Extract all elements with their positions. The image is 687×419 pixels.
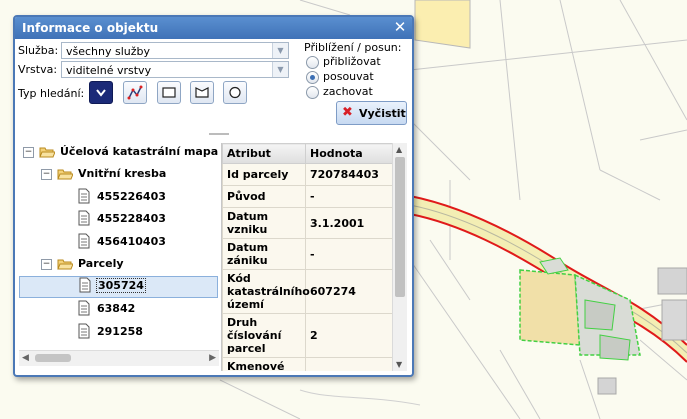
table-row: Datum vzniku 3.1.2001 [222,207,393,239]
clear-x-icon: ✖ [342,105,353,120]
layer-label: Vrstva: [18,63,58,76]
dialog-title: Informace o objektu [22,21,159,35]
polyline-icon [127,85,143,100]
table-row: Druh číslování parcel 2 [222,313,393,358]
rectangle-icon [162,87,176,98]
chevron-down-icon[interactable]: ▼ [272,62,288,77]
scroll-down-icon[interactable]: ▼ [396,360,402,369]
attr-name: Kmenové číslo parcely [222,357,306,371]
tree-item[interactable]: 291258 [19,323,219,343]
folder-open-icon [57,259,73,270]
search-type-label: Typ hledání: [18,87,85,100]
close-button[interactable]: ✕ [392,18,408,36]
column-header-attribute[interactable]: Atribut [222,143,306,164]
table-row: Kód katastrálního území 607274 [222,269,393,314]
tree-group-label: Vnitřní kresba [78,167,167,180]
document-icon [78,300,90,316]
scroll-up-icon[interactable]: ▲ [396,145,402,154]
search-rectangle-tool[interactable] [157,81,181,104]
radio-label: posouvat [323,70,374,83]
table-vertical-scrollbar[interactable]: ▲ ▼ [392,143,407,371]
radio-label: zachovat [323,85,373,98]
document-icon [79,277,91,293]
object-info-dialog: Informace o objektu ✕ Služba: všechny sl… [13,15,414,377]
attr-value: 607274 [305,269,393,314]
dialog-titlebar[interactable]: Informace o objektu ✕ [15,17,412,39]
search-polygon-tool[interactable] [190,81,214,104]
attribute-table-panel: Atribut Hodnota Id parcely 720784403 Půvo… [221,143,407,371]
tree-item-selected[interactable]: 305724 [19,276,218,298]
document-icon [78,210,90,226]
tree-group-parcely[interactable]: − Parcely [19,255,219,275]
tree-item-label: 305724 [96,278,146,293]
scrollbar-thumb[interactable] [395,157,405,297]
tree-item[interactable]: 455226403 [19,188,219,208]
layer-value: viditelné vrstvy [66,64,152,77]
scroll-left-icon[interactable]: ◀ [22,353,29,363]
tree-item-label: 63842 [97,302,136,315]
table-row: Původ - [222,185,393,208]
collapse-icon[interactable]: − [41,169,52,180]
column-header-value[interactable]: Hodnota [305,143,393,164]
clear-button[interactable]: ✖ Vyčistit [336,101,407,125]
attr-name: Datum vzniku [222,207,306,239]
tree-root[interactable]: − Účelová katastrální mapa a dat [19,143,219,163]
pointer-icon [96,89,106,97]
tree-group-label: Parcely [78,257,124,270]
document-icon [78,323,90,339]
document-icon [78,233,90,249]
table-row: Id parcely 720784403 [222,163,393,186]
tree-item[interactable]: 455228403 [19,210,219,230]
radio-button[interactable] [306,86,319,99]
tree-item[interactable]: 63842 [19,300,219,320]
attr-name: Kód katastrálního území [222,269,310,314]
attr-value: - [305,185,393,208]
splitter-handle[interactable] [209,133,229,135]
radio-button[interactable] [306,56,319,69]
attr-name: Původ [222,185,306,208]
table-row: Kmenové číslo parcely1341 [222,357,393,371]
attr-value: - [305,238,393,270]
scrollbar-thumb[interactable] [35,354,71,362]
radio-button[interactable] [306,71,319,84]
polygon-icon [195,87,209,98]
attr-value: 1341 [305,357,393,371]
document-icon [78,188,90,204]
collapse-icon[interactable]: − [41,259,52,270]
tree-item-label: 455226403 [97,190,166,203]
tree-group-vnitrni-kresba[interactable]: − Vnitřní kresba [19,165,219,185]
attr-value: 2 [305,313,393,358]
attr-name: Id parcely [222,163,306,186]
layer-select[interactable]: viditelné vrstvy ▼ [61,61,289,78]
circle-icon [229,86,241,99]
table-row: Datum zániku - [222,238,393,270]
collapse-icon[interactable]: − [23,147,34,158]
service-label: Služba: [18,44,59,57]
result-tree: − Účelová katastrální mapa a dat − Vnitř… [19,143,219,370]
chevron-down-icon[interactable]: ▼ [272,43,288,58]
tree-item[interactable]: 456410403 [19,233,219,253]
radio-label: přibližovat [323,55,381,68]
attribute-table: Atribut Hodnota Id parcely 720784403 Půvo… [222,143,393,371]
folder-open-icon [39,147,55,158]
search-line-tool[interactable] [123,81,147,104]
attr-name: Druh číslování parcel [222,313,306,358]
folder-open-icon [57,169,73,180]
service-value: všechny služby [66,45,151,58]
search-circle-tool[interactable] [223,81,247,104]
scroll-right-icon[interactable]: ▶ [209,353,216,363]
tree-item-label: 456410403 [97,235,166,248]
tree-item-label: 455228403 [97,212,166,225]
tree-horizontal-scrollbar[interactable]: ◀ ▶ [19,350,219,366]
attr-value: 720784403 [305,163,393,186]
search-click-tool[interactable] [89,81,113,104]
zoom-label: Přiblížení / posun: [304,41,402,54]
attr-value: 3.1.2001 [305,207,393,239]
attr-name: Datum zániku [222,238,306,270]
tree-root-label: Účelová katastrální mapa a dat [60,145,219,158]
table-header-row: Atribut Hodnota [222,143,393,164]
tree-item-label: 291258 [97,325,143,338]
service-select[interactable]: všechny služby ▼ [61,42,289,59]
clear-label: Vyčistit [359,107,406,120]
